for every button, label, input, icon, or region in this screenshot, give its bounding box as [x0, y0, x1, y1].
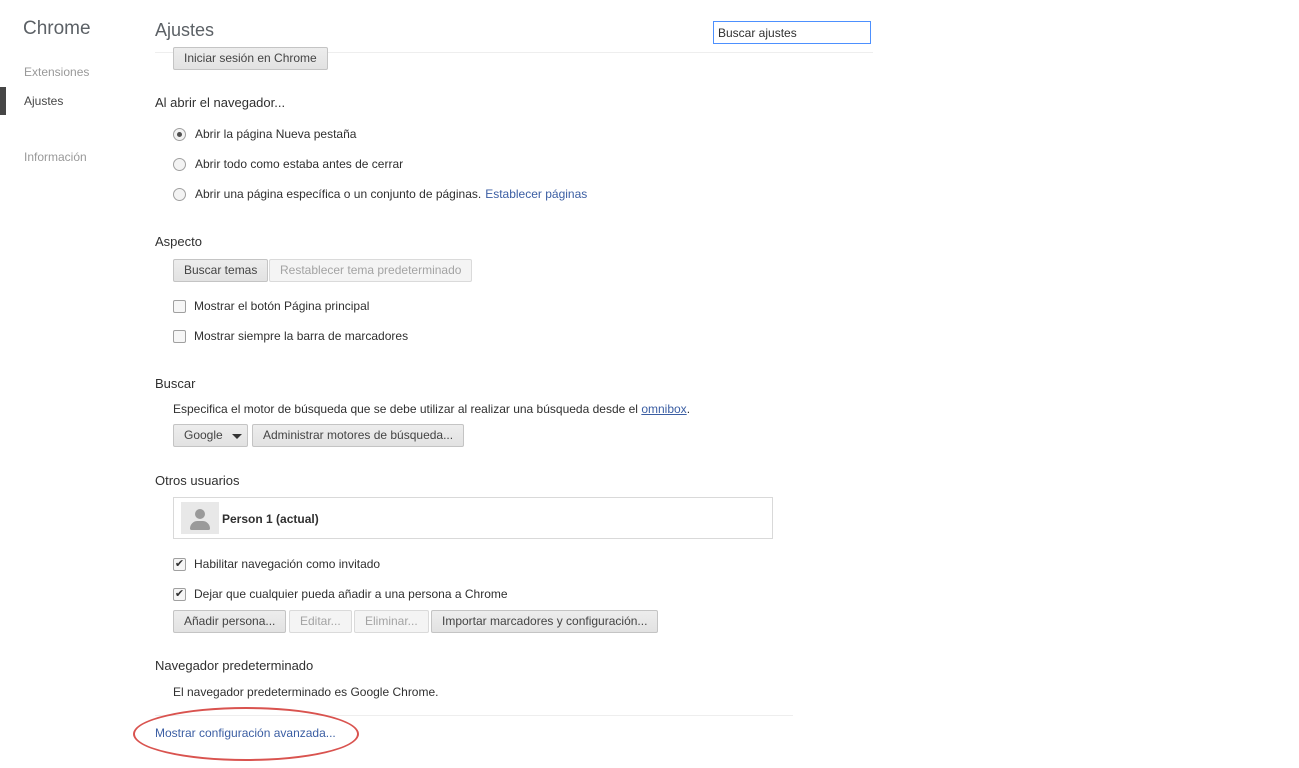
- default-browser-status: El navegador predeterminado es Google Ch…: [173, 685, 439, 699]
- sidebar-selected-marker: [0, 87, 6, 115]
- default-browser-section-title: Navegador predeterminado: [155, 658, 314, 673]
- startup-option-continue[interactable]: Abrir todo como estaba antes de cerrar: [173, 156, 403, 172]
- show-bookmarks-bar-label: Mostrar siempre la barra de marcadores: [194, 329, 409, 343]
- startup-option-new-tab[interactable]: Abrir la página Nueva pestaña: [173, 126, 356, 142]
- search-description: Especifica el motor de búsqueda que se d…: [173, 402, 690, 416]
- radio-unchecked-icon[interactable]: [173, 187, 186, 201]
- search-description-text: Especifica el motor de búsqueda que se d…: [173, 402, 638, 416]
- checkbox-checked-icon[interactable]: ✔: [173, 557, 186, 571]
- remove-person-button[interactable]: Eliminar...: [354, 610, 429, 633]
- checkbox-checked-icon[interactable]: ✔: [173, 587, 186, 601]
- sidebar-title: Chrome: [23, 18, 91, 39]
- search-section-title: Buscar: [155, 376, 196, 391]
- startup-option-continue-label: Abrir todo como estaba antes de cerrar: [195, 157, 404, 171]
- anyone-add-person-label: Dejar que cualquier pueda añadir a una p…: [194, 587, 508, 601]
- person-icon-body: [190, 521, 210, 530]
- guest-browsing-label: Habilitar navegación como invitado: [194, 557, 381, 571]
- search-description-period: .: [686, 402, 691, 416]
- chevron-down-icon: [232, 434, 242, 439]
- avatar: [181, 502, 219, 534]
- manage-search-engines-button[interactable]: Administrar motores de búsqueda...: [252, 424, 465, 447]
- sidebar-item-settings[interactable]: Ajustes: [24, 94, 63, 108]
- show-home-button-option[interactable]: Mostrar el botón Página principal: [173, 298, 369, 314]
- search-engine-dropdown[interactable]: Google: [173, 424, 248, 447]
- import-bookmarks-button[interactable]: Importar marcadores y configuración...: [431, 610, 659, 633]
- current-user-name: Person 1 (actual): [222, 512, 319, 526]
- guest-browsing-option[interactable]: ✔ Habilitar navegación como invitado: [173, 556, 380, 572]
- sidebar-item-about[interactable]: Información: [24, 150, 87, 164]
- appearance-section-title: Aspecto: [155, 234, 202, 249]
- omnibox-link[interactable]: omnibox: [641, 402, 686, 416]
- search-engine-selected: Google: [184, 428, 223, 442]
- people-section-title: Otros usuarios: [155, 473, 240, 488]
- sidebar: Chrome Extensiones Ajustes Información: [0, 0, 140, 768]
- checkbox-unchecked-icon[interactable]: [173, 329, 186, 343]
- radio-unchecked-icon[interactable]: [173, 157, 186, 171]
- page-title: Ajustes: [155, 20, 215, 40]
- set-pages-link[interactable]: Establecer páginas: [485, 187, 587, 201]
- startup-option-specific-pages[interactable]: Abrir una página específica o un conjunt…: [173, 186, 587, 202]
- add-person-button[interactable]: Añadir persona...: [173, 610, 287, 633]
- radio-checked-icon[interactable]: [173, 127, 186, 141]
- sidebar-item-extensions[interactable]: Extensiones: [24, 65, 89, 79]
- checkbox-unchecked-icon[interactable]: [173, 299, 186, 313]
- get-themes-button[interactable]: Buscar temas: [173, 259, 269, 282]
- startup-option-specific-pages-label: Abrir una página específica o un conjunt…: [195, 187, 482, 201]
- show-home-button-label: Mostrar el botón Página principal: [194, 299, 370, 313]
- edit-person-button[interactable]: Editar...: [289, 610, 352, 633]
- chrome-settings-page: Chrome Extensiones Ajustes Información A…: [0, 0, 1299, 768]
- user-list[interactable]: Person 1 (actual): [173, 497, 773, 539]
- search-settings-input[interactable]: [713, 21, 871, 44]
- reset-theme-button[interactable]: Restablecer tema predeterminado: [269, 259, 473, 282]
- startup-section-title: Al abrir el navegador...: [155, 95, 286, 110]
- show-bookmarks-bar-option[interactable]: Mostrar siempre la barra de marcadores: [173, 328, 408, 344]
- startup-option-new-tab-label: Abrir la página Nueva pestaña: [195, 127, 357, 141]
- person-icon-head: [195, 509, 205, 519]
- anyone-add-person-option[interactable]: ✔ Dejar que cualquier pueda añadir a una…: [173, 586, 508, 602]
- bottom-divider: [155, 715, 793, 716]
- show-advanced-settings-link[interactable]: Mostrar configuración avanzada...: [155, 726, 336, 740]
- signin-button[interactable]: Iniciar sesión en Chrome: [173, 47, 328, 70]
